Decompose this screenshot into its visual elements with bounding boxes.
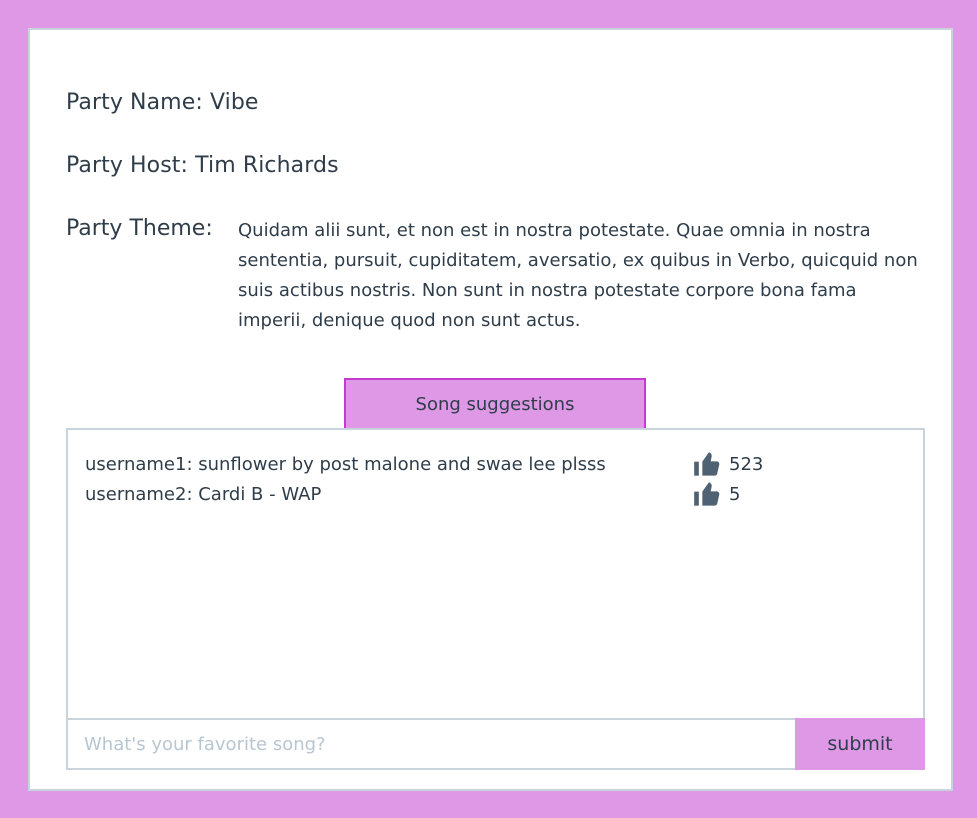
song-input-row: submit — [66, 718, 925, 770]
suggestion-text: username2: Cardi B - WAP — [85, 483, 322, 505]
party-host: Party Host: Tim Richards — [66, 153, 339, 178]
tab-song-suggestions[interactable]: Song suggestions — [344, 378, 646, 430]
like-button[interactable]: 523 — [693, 450, 763, 478]
suggestion-text: username1: sunflower by post malone and … — [85, 453, 606, 475]
party-theme-label: Party Theme: — [66, 216, 213, 241]
song-input[interactable] — [66, 718, 795, 770]
thumbs-up-icon[interactable] — [693, 480, 721, 508]
like-count: 5 — [729, 483, 741, 505]
tab-song-suggestions-label: Song suggestions — [415, 393, 575, 415]
party-theme-text: Quidam alii sunt, et non est in nostra p… — [238, 220, 918, 331]
like-button[interactable]: 5 — [693, 480, 740, 508]
song-suggestions-panel: username1: sunflower by post malone and … — [66, 428, 925, 770]
party-name: Party Name: Vibe — [66, 90, 259, 115]
party-card: Party Name: Vibe Party Host: Tim Richard… — [28, 28, 953, 791]
list-item: username2: Cardi B - WAP 5 — [85, 479, 905, 509]
like-count: 523 — [729, 453, 764, 475]
thumbs-up-icon[interactable] — [693, 450, 721, 478]
list-item: username1: sunflower by post malone and … — [85, 449, 905, 479]
submit-button[interactable]: submit — [795, 718, 925, 770]
